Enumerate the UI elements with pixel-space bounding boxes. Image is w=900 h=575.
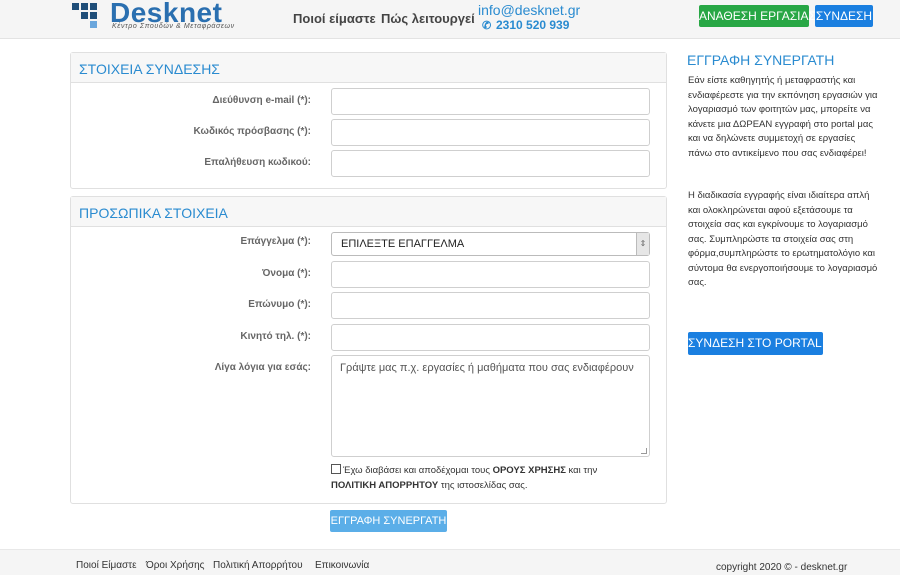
logo-grid-icon bbox=[72, 3, 98, 28]
contact-email[interactable]: info@desknet.gr bbox=[478, 2, 580, 18]
terms-agreement: Έχω διαβάσει και αποδέχομαι τους ΟΡΟΥΣ Χ… bbox=[331, 463, 631, 493]
mobile-label: Κινητό τηλ. (*): bbox=[240, 331, 311, 342]
confirm-password-field[interactable] bbox=[331, 150, 650, 177]
email-label: Διεύθυνση e-mail (*): bbox=[212, 95, 311, 106]
nav-about-us[interactable]: Ποιοί είμαστε bbox=[293, 11, 376, 26]
privacy-policy-link[interactable]: ΠΟΛΙΤΙΚΗ ΑΠΟΡΡΗΤΟΥ bbox=[331, 480, 438, 491]
footer-link-contact[interactable]: Επικοινωνία bbox=[315, 560, 369, 571]
nav-how-it-works[interactable]: Πώς λειτουργεί bbox=[381, 11, 475, 26]
password-field[interactable] bbox=[331, 119, 650, 146]
portal-login-label: ΣΥΝΔΕΣΗ ΣΤΟ PORTAL bbox=[688, 336, 822, 350]
terms-text-mid: και την bbox=[568, 465, 598, 476]
login-details-title: ΣΤΟΙΧΕΙΑ ΣΥΝΔΕΣΗΣ bbox=[71, 53, 666, 83]
sign-in-icon: ➜ bbox=[827, 336, 838, 350]
footer-link-about[interactable]: Ποιοί Είμαστε bbox=[76, 560, 137, 571]
copyright-text: copyright 2020 © - desknet.gr bbox=[716, 562, 848, 573]
terms-text-post: της ιστοσελίδας σας. bbox=[440, 480, 528, 491]
sidebar-title: ΕΓΓΡΑΦΗ ΣΥΝΕΡΓΑΤΗ bbox=[687, 52, 835, 68]
profession-label: Επάγγελμα (*): bbox=[240, 236, 311, 247]
personal-details-panel: ΠΡΟΣΩΠΙΚΑ ΣΤΟΙΧΕΙΑ Επάγγελμα (*): ΕΠΙΛΕΞ… bbox=[70, 196, 667, 504]
sidebar-paragraph-1: Εάν είστε καθηγητής ή μεταφραστής και εν… bbox=[688, 75, 878, 159]
logo-subtitle: Κέντρο Σπουδών & Μεταφράσεων bbox=[112, 23, 235, 30]
terms-of-use-link[interactable]: ΟΡΟΥΣ ΧΡΗΣΗΣ bbox=[493, 465, 566, 476]
login-details-panel: ΣΤΟΙΧΕΙΑ ΣΥΝΔΕΣΗΣ Διεύθυνση e-mail (*): … bbox=[70, 52, 667, 189]
sidebar-paragraph-2: Η διαδικασία εγγραφής είναι ιδιαίτερα απ… bbox=[688, 190, 878, 288]
first-name-field[interactable] bbox=[331, 261, 650, 288]
phone-icon: ✆ bbox=[482, 20, 492, 32]
password-label: Κωδικός πρόσβασης (*): bbox=[193, 126, 311, 137]
resize-grip-icon[interactable] bbox=[641, 448, 647, 454]
terms-checkbox[interactable] bbox=[331, 464, 341, 474]
last-name-field[interactable] bbox=[331, 292, 650, 319]
about-placeholder: Γράψτε μας π.χ. εργασίες ή μαθήματα που … bbox=[340, 362, 634, 374]
register-partner-button[interactable]: ΕΓΓΡΑΦΗ ΣΥΝΕΡΓΑΤΗ bbox=[330, 510, 447, 532]
footer-link-privacy[interactable]: Πολιτική Απορρήτου bbox=[213, 560, 303, 571]
portal-login-button[interactable]: ΣΥΝΔΕΣΗ ΣΤΟ PORTAL ➜ bbox=[688, 332, 838, 355]
terms-text-pre: Έχω διαβάσει και αποδέχομαι τους bbox=[343, 465, 490, 476]
contact-phone[interactable]: ✆ 2310 520 939 bbox=[482, 18, 569, 32]
phone-number: 2310 520 939 bbox=[496, 18, 570, 32]
mobile-field[interactable] bbox=[331, 324, 650, 351]
about-label: Λίγα λόγια για εσάς: bbox=[214, 362, 311, 373]
login-button[interactable]: ΣΥΝΔΕΣΗ bbox=[815, 5, 873, 27]
profession-selected: ΕΠΙΛΕΞΤΕ ΕΠΑΓΓΕΛΜΑ bbox=[341, 238, 465, 250]
personal-details-title: ΠΡΟΣΩΠΙΚΑ ΣΤΟΙΧΕΙΑ bbox=[71, 197, 666, 227]
about-textarea[interactable]: Γράψτε μας π.χ. εργασίες ή μαθήματα που … bbox=[331, 355, 650, 457]
confirm-password-label: Επαλήθευση κωδικού: bbox=[204, 157, 311, 168]
site-footer: Ποιοί Είμαστε Όροι Χρήσης Πολιτική Απορρ… bbox=[0, 549, 900, 575]
profession-select[interactable]: ΕΠΙΛΕΞΤΕ ΕΠΑΓΓΕΛΜΑ ⇕ bbox=[331, 232, 650, 256]
email-field[interactable] bbox=[331, 88, 650, 115]
site-header: Desknet Κέντρο Σπουδών & Μεταφράσεων Ποι… bbox=[0, 0, 900, 39]
first-name-label: Όνομα (*): bbox=[262, 268, 311, 279]
footer-link-terms[interactable]: Όροι Χρήσης bbox=[146, 560, 204, 571]
site-logo[interactable]: Desknet Κέντρο Σπουδών & Μεταφράσεων bbox=[72, 0, 262, 34]
assign-task-button[interactable]: ΑΝΑΘΕΣΗ ΕΡΓΑΣΙΑΣ bbox=[699, 5, 816, 27]
last-name-label: Επώνυμο (*): bbox=[248, 299, 311, 310]
chevron-down-icon: ⇕ bbox=[636, 233, 649, 255]
